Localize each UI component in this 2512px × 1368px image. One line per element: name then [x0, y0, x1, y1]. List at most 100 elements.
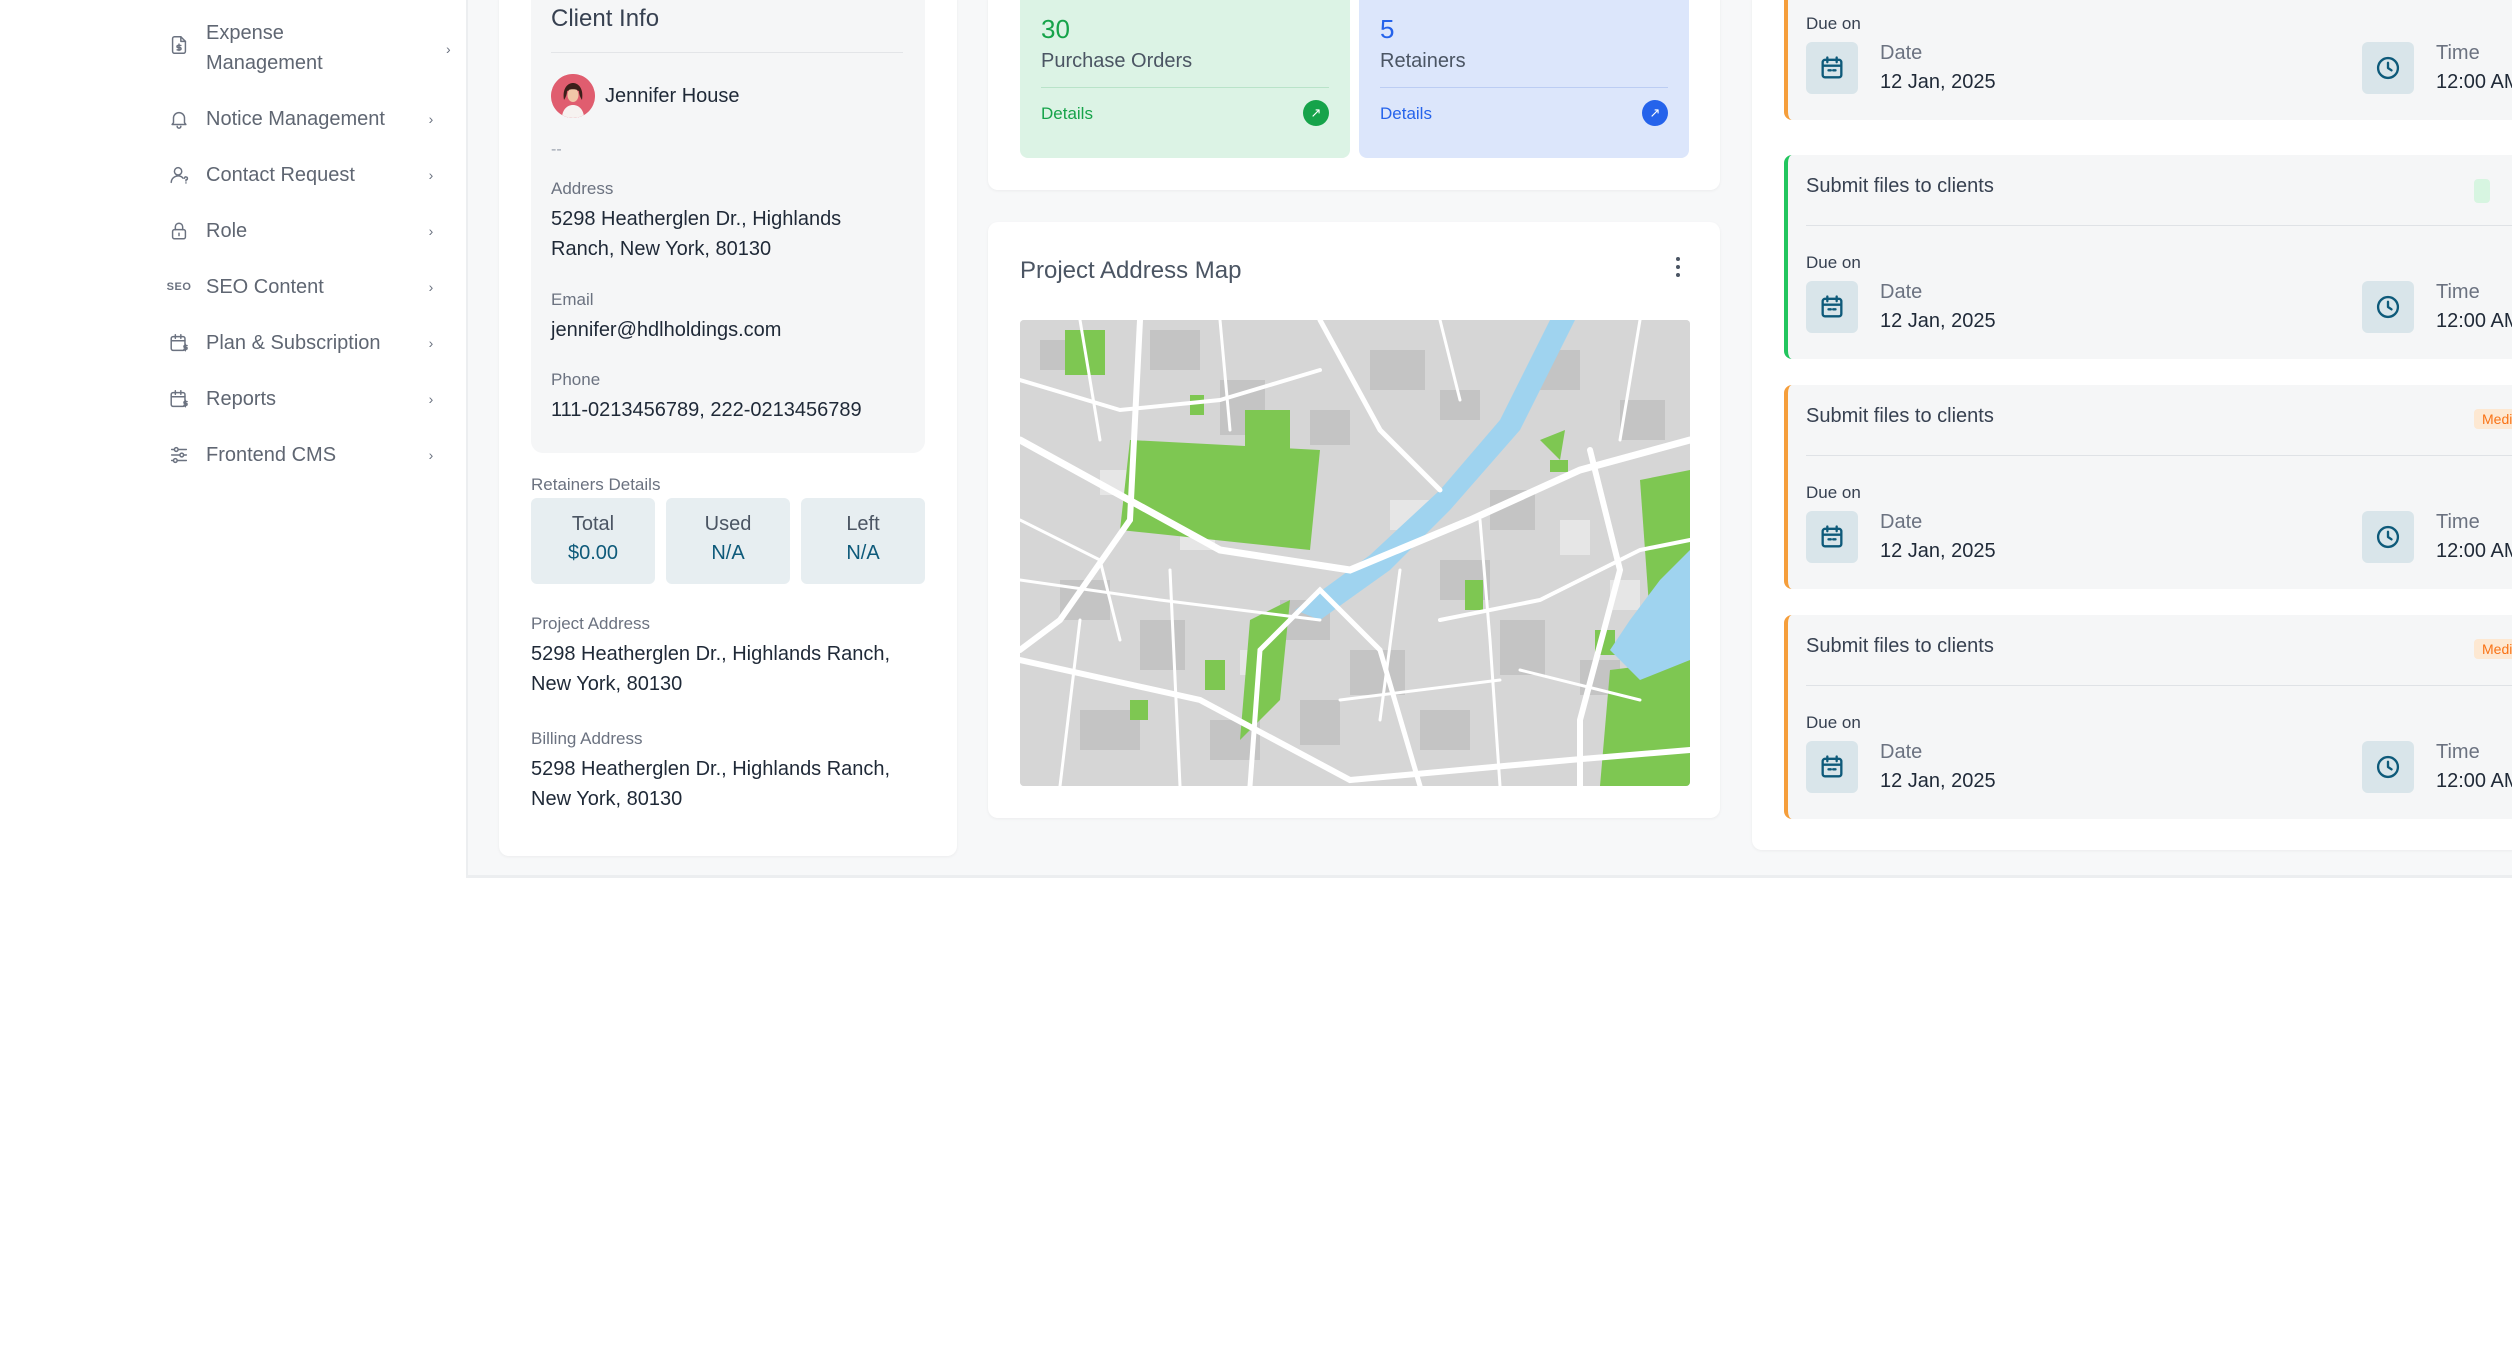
phone-label: Phone	[551, 370, 601, 389]
due-on-label: Due on	[1806, 14, 1861, 33]
sidebar-item-label: Contact Request	[206, 164, 355, 186]
time-value: 12:00 AM	[2436, 540, 2512, 562]
retainer-total-title: Total	[571, 513, 615, 535]
user-icon	[168, 164, 190, 186]
task-title: Submit files to clients	[1806, 405, 1994, 427]
retainers-tile: 5 Retainers Details ↗	[1359, 0, 1689, 158]
divider	[1041, 87, 1329, 88]
time-label: Time	[2436, 42, 2480, 64]
billing-address-value: 5298 Heatherglen Dr., Highlands Ranch, N…	[531, 758, 891, 810]
due-on-label: Due on	[1806, 253, 1861, 272]
divider	[1806, 225, 2512, 226]
calendar-icon	[1806, 511, 1858, 563]
task-title: Submit files to clients	[1806, 175, 1994, 197]
divider	[1806, 455, 2512, 456]
sidebar-item-label: Frontend CMS	[206, 444, 337, 466]
calendar-icon	[1806, 741, 1858, 793]
sidebar-item-plan-subscription[interactable]: Plan & Subscription ›	[168, 328, 438, 358]
time-label: Time	[2436, 741, 2480, 763]
more-options-icon[interactable]	[1668, 252, 1688, 282]
expense-icon	[168, 34, 190, 56]
clock-icon	[2362, 741, 2414, 793]
sidebar-item-expense-management[interactable]: Expense Management ›	[168, 18, 451, 78]
sidebar-item-label: SEO Content	[206, 276, 324, 298]
seo-icon: SEO	[166, 281, 192, 293]
divider	[1806, 685, 2512, 686]
retainers-label: Retainers	[1380, 50, 1466, 72]
purchase-orders-details-link[interactable]: Details	[1041, 104, 1093, 124]
chevron-right-icon: ›	[428, 111, 434, 127]
task-card[interactable]: Submit files to clients Medium Due on Da…	[1784, 385, 2512, 589]
retainers-count: 5	[1380, 14, 1395, 44]
task-card-partial[interactable]: Due on Date 12 Jan, 2025 Time 12:00 AM	[1784, 0, 2512, 120]
retainers-details-link[interactable]: Details	[1380, 104, 1432, 124]
client-info-title: Client Info	[551, 5, 660, 32]
calendar-icon	[1806, 42, 1858, 94]
time-value: 12:00 AM	[2436, 310, 2512, 332]
divider	[1380, 87, 1668, 88]
clock-icon	[2362, 42, 2414, 94]
sidebar-item-label: Notice Management	[206, 108, 385, 130]
project-address-label: Project Address	[531, 614, 651, 633]
retainer-left-title: Left	[846, 513, 880, 535]
purchase-orders-tile: 30 Purchase Orders Details ↗	[1020, 0, 1350, 158]
project-address-map-card: Project Address Map	[988, 222, 1720, 818]
sidebar-item-role[interactable]: Role ›	[168, 216, 438, 246]
retainers-details-label: Retainers Details	[531, 475, 661, 494]
date-value: 12 Jan, 2025	[1880, 540, 1996, 562]
due-on-label: Due on	[1806, 483, 1861, 502]
date-value: 12 Jan, 2025	[1880, 770, 1996, 792]
retainer-used-box: Used N/A	[666, 498, 790, 584]
task-card[interactable]: Submit files to clients Medium Due on Da…	[1784, 615, 2512, 819]
calendar-icon	[1806, 281, 1858, 333]
priority-badge: Medium	[2474, 639, 2512, 659]
chevron-right-icon: ›	[446, 41, 451, 57]
time-label: Time	[2436, 281, 2480, 303]
arrow-up-right-icon[interactable]: ↗	[1642, 100, 1668, 126]
sidebar: Expense Management › Notice Management ›…	[128, 0, 468, 878]
phone-value: 111-0213456789, 222-0213456789	[551, 399, 862, 421]
chevron-right-icon: ›	[428, 167, 434, 183]
date-label: Date	[1880, 42, 1923, 64]
avatar	[551, 74, 595, 118]
retainer-left-value: N/A	[846, 542, 880, 564]
address-value: 5298 Heatherglen Dr., Highlands Ranch, N…	[551, 208, 842, 260]
arrow-up-right-icon[interactable]: ↗	[1303, 100, 1329, 126]
retainer-left-box: Left N/A	[801, 498, 925, 584]
date-label: Date	[1880, 511, 1923, 533]
lock-icon	[168, 220, 190, 242]
priority-badge: Medium	[2474, 409, 2512, 429]
chevron-right-icon: ›	[428, 223, 434, 239]
sidebar-item-contact-request[interactable]: Contact Request ›	[168, 160, 438, 190]
bell-icon	[168, 108, 190, 130]
sliders-icon	[168, 444, 190, 466]
chevron-right-icon: ›	[428, 447, 434, 463]
date-label: Date	[1880, 281, 1923, 303]
date-value: 12 Jan, 2025	[1880, 71, 1996, 93]
task-card[interactable]: Submit files to clients Due on Date 12 J…	[1784, 155, 2512, 359]
sidebar-item-notice-management[interactable]: Notice Management ›	[168, 104, 438, 134]
purchase-orders-label: Purchase Orders	[1041, 50, 1193, 72]
divider	[551, 52, 903, 53]
clock-icon	[2362, 511, 2414, 563]
chevron-right-icon: ›	[428, 335, 434, 351]
project-address-map[interactable]	[1020, 320, 1690, 786]
sidebar-item-label: Expense Management	[206, 22, 323, 74]
time-value: 12:00 AM	[2436, 71, 2512, 93]
retainer-used-value: N/A	[711, 542, 745, 564]
stats-card: 30 Purchase Orders Details ↗ 5 Retainers…	[988, 0, 1720, 190]
chevron-right-icon: ›	[428, 391, 434, 407]
sidebar-item-reports[interactable]: Reports ›	[168, 384, 438, 414]
date-value: 12 Jan, 2025	[1880, 310, 1996, 332]
tasks-card: Due on Date 12 Jan, 2025 Time 12:00 AM S…	[1752, 0, 2512, 850]
sidebar-item-label: Role	[206, 220, 248, 242]
client-info-panel: Client Info Jennifer House -- Address 52…	[531, 0, 925, 453]
priority-badge	[2474, 179, 2490, 203]
due-on-label: Due on	[1806, 713, 1861, 732]
retainer-used-title: Used	[704, 513, 752, 535]
retainer-total-value: $0.00	[567, 542, 619, 564]
time-value: 12:00 AM	[2436, 770, 2512, 792]
sidebar-item-frontend-cms[interactable]: Frontend CMS ›	[168, 440, 438, 470]
sidebar-item-seo-content[interactable]: SEO SEO Content ›	[166, 272, 438, 302]
calendar-dollar-icon	[168, 332, 190, 354]
